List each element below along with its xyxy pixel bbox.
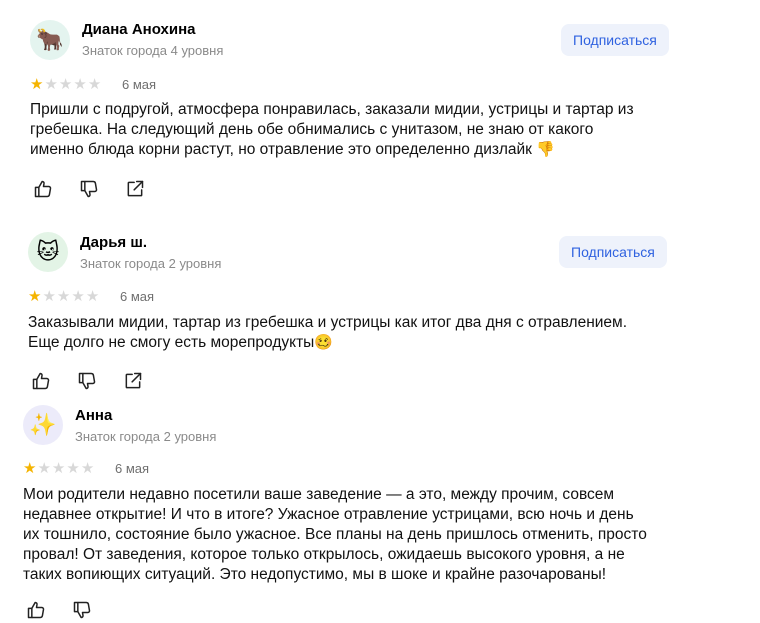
star-empty-icon: ★	[37, 460, 51, 477]
subscribe-button[interactable]: Подписаться	[559, 236, 667, 268]
review-date: 6 мая	[120, 289, 155, 304]
avatar[interactable]: 🐱	[28, 232, 68, 272]
share-icon	[125, 372, 142, 389]
review-actions	[30, 176, 148, 202]
star-empty-icon: ★	[42, 288, 56, 305]
like-icon	[27, 601, 45, 619]
star-filled-icon: ★	[23, 460, 37, 477]
star-empty-icon: ★	[66, 460, 80, 477]
share-button[interactable]	[120, 368, 146, 394]
avatar[interactable]: 🐂	[30, 20, 70, 60]
dislike-button[interactable]	[74, 368, 100, 394]
review-actions	[23, 597, 95, 623]
author-name[interactable]: Диана Анохина	[82, 21, 195, 38]
star-empty-icon: ★	[71, 288, 85, 305]
review-text: Заказывали мидии, тартар из гребешка и у…	[28, 313, 627, 353]
avatar[interactable]: ✨	[23, 405, 63, 445]
like-button[interactable]	[30, 176, 56, 202]
like-icon	[34, 180, 52, 198]
review-text-line: Еще долго не смогу есть морепродукты🥴	[28, 334, 334, 351]
review-text-line: недавнее открытие! И что в итоге? Ужасно…	[23, 506, 634, 523]
share-icon	[127, 180, 144, 197]
review-card: 🐱 Дарья ш. Знаток города 2 уровня Подпис…	[0, 212, 760, 397]
review-actions	[28, 368, 146, 394]
review-text: Пришли с подругой, атмосфера понравилась…	[30, 100, 634, 160]
avatar-icon: 🐱	[36, 239, 60, 264]
star-empty-icon: ★	[85, 288, 100, 305]
star-empty-icon: ★	[80, 460, 95, 477]
like-icon	[32, 372, 50, 390]
star-filled-icon: ★	[28, 288, 42, 305]
avatar-icon: 🐂	[36, 27, 64, 52]
dislike-icon	[80, 180, 98, 198]
review-text-line: Пришли с подругой, атмосфера понравилась…	[30, 101, 634, 118]
star-empty-icon: ★	[44, 76, 58, 93]
review-text-line: Мои родители недавно посетили ваше завед…	[23, 486, 615, 503]
author-level: Знаток города 4 уровня	[82, 43, 224, 58]
thumbs-down-emoji-icon: 👎	[536, 141, 555, 158]
dislike-button[interactable]	[76, 176, 102, 202]
woozy-face-emoji-icon: 🥴	[314, 334, 334, 351]
like-button[interactable]	[28, 368, 54, 394]
review-card: ✨ Анна Знаток города 2 уровня ★ ★ ★ ★ ★ …	[0, 397, 760, 619]
author-name[interactable]: Анна	[75, 407, 112, 424]
review-date: 6 мая	[115, 461, 150, 476]
review-text-line: гребешка. На следующий день обе обнимали…	[30, 121, 594, 138]
review-card: 🐂 Диана Анохина Знаток города 4 уровня П…	[0, 0, 760, 212]
star-empty-icon: ★	[87, 76, 102, 93]
dislike-icon	[73, 601, 91, 619]
star-empty-icon: ★	[73, 76, 87, 93]
review-text-line: провал! От заведения, которое только отк…	[23, 546, 625, 563]
like-button[interactable]	[23, 597, 49, 623]
author-level: Знаток города 2 уровня	[75, 429, 217, 444]
author-name[interactable]: Дарья ш.	[80, 234, 147, 251]
star-empty-icon: ★	[51, 460, 66, 477]
review-text-line: их тошнило, состояние было ужасное. Все …	[23, 526, 647, 543]
star-filled-icon: ★	[30, 76, 44, 93]
subscribe-button[interactable]: Подписаться	[561, 24, 669, 56]
dislike-button[interactable]	[69, 597, 95, 623]
review-text: Мои родители недавно посетили ваше завед…	[23, 485, 647, 585]
star-empty-icon: ★	[58, 76, 73, 93]
rating-stars: ★ ★ ★ ★ ★	[28, 289, 99, 304]
rating-stars: ★ ★ ★ ★ ★	[23, 461, 94, 476]
dislike-icon	[78, 372, 96, 390]
review-date: 6 мая	[122, 77, 157, 92]
author-level: Знаток города 2 уровня	[80, 256, 222, 271]
star-empty-icon: ★	[56, 288, 71, 305]
review-text-line: именно блюда корни растут, но отравление…	[30, 141, 555, 158]
rating-stars: ★ ★ ★ ★ ★	[30, 77, 101, 92]
avatar-icon: ✨	[29, 412, 57, 437]
share-button[interactable]	[122, 176, 148, 202]
review-text-line: Заказывали мидии, тартар из гребешка и у…	[28, 314, 628, 331]
review-text-line: таких вопиющих ситуаций. Это недопустимо…	[23, 566, 607, 583]
